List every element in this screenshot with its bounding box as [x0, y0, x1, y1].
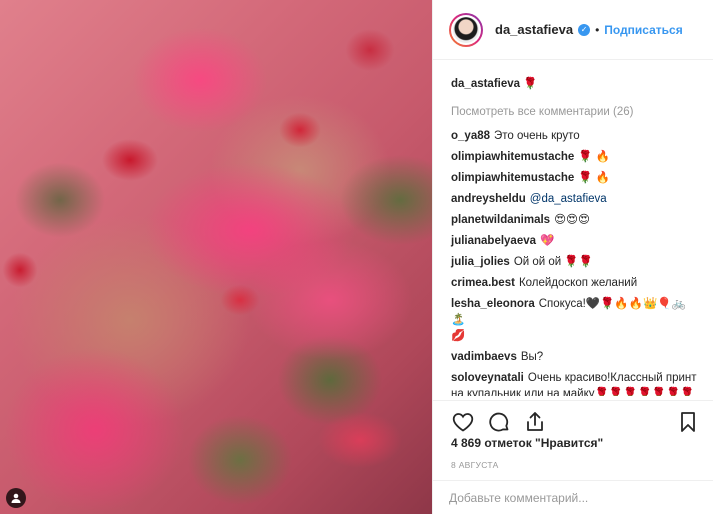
comment-continuation: 💋	[451, 328, 697, 344]
comment-username[interactable]: o_ya88	[451, 130, 490, 142]
avatar[interactable]	[449, 12, 483, 47]
caption-text: 🌹	[523, 78, 538, 90]
post-caption: da_astafieva 🌹	[451, 76, 697, 92]
separator-dot: •	[595, 22, 600, 37]
comment: olimpiawhitemustache 🌹 🔥	[451, 149, 697, 165]
bookmark-icon[interactable]	[676, 410, 700, 434]
comment-username[interactable]: olimpiawhitemustache	[451, 172, 574, 184]
comment: vadimbaevs Вы?	[451, 349, 697, 365]
comment-username[interactable]: vadimbaevs	[451, 351, 517, 363]
post-actions	[433, 400, 713, 436]
header-username[interactable]: da_astafieva	[495, 22, 573, 37]
comment-text: 🌹 🔥	[578, 172, 611, 184]
comment-text: Ой ой ой 🌹🌹	[513, 256, 594, 268]
view-all-comments-link[interactable]: Посмотреть все комментарии (26)	[451, 104, 697, 120]
post-photo[interactable]	[0, 0, 432, 514]
post-date: 8 АВГУСТА	[451, 460, 499, 470]
post-side-panel: da_astafieva ✓ • Подписаться da_astafiev…	[432, 0, 713, 514]
comment: julia_jolies Ой ой ой 🌹🌹	[451, 254, 697, 270]
comment-username[interactable]: planetwildanimals	[451, 214, 550, 226]
comment: olimpiawhitemustache 🌹 🔥	[451, 170, 697, 186]
comment: lesha_eleonora Спокуса!🖤🌹🔥🔥👑🎈🚲🏝️	[451, 296, 697, 328]
comment: julianabelyaeva 💖	[451, 233, 697, 249]
comment-icon[interactable]	[487, 410, 511, 434]
comment-username[interactable]: soloveynatali	[451, 372, 524, 384]
comment-username[interactable]: crimea.best	[451, 277, 515, 289]
likes-count[interactable]: 4 869 отметок "Нравится"	[451, 436, 603, 450]
comment-username[interactable]: julia_jolies	[451, 256, 510, 268]
comment-username[interactable]: lesha_eleonora	[451, 298, 535, 310]
comment-username[interactable]: julianabelyaeva	[451, 235, 536, 247]
comment: soloveynatali Очень красиво!Классный прин…	[451, 370, 697, 396]
add-comment-bar	[433, 480, 713, 514]
comment-username[interactable]: olimpiawhitemustache	[451, 151, 574, 163]
post-header: da_astafieva ✓ • Подписаться	[433, 0, 713, 60]
comment-username[interactable]: andreysheldu	[451, 193, 526, 205]
comment-text: 💋	[451, 330, 466, 342]
comment-text: Это очень круто	[494, 130, 580, 142]
comment-text: 🌹 🔥	[578, 151, 611, 163]
comment-text: 💖	[540, 235, 555, 247]
comment-text: 😍😍😍	[554, 214, 591, 226]
verified-icon: ✓	[578, 23, 591, 36]
heart-icon[interactable]	[451, 410, 475, 434]
comment: o_ya88 Это очень круто	[451, 128, 697, 144]
comment: crimea.best Колейдоскоп желаний	[451, 275, 697, 291]
comment: andreysheldu @da_astafieva	[451, 191, 697, 207]
follow-button[interactable]: Подписаться	[604, 23, 682, 37]
add-comment-input[interactable]	[449, 490, 698, 505]
comment-text: Вы?	[520, 351, 544, 363]
caption-username[interactable]: da_astafieva	[451, 78, 520, 90]
user-tag-icon[interactable]	[6, 488, 26, 508]
comment-mention[interactable]: @da_astafieva	[530, 193, 607, 205]
comment: planetwildanimals 😍😍😍	[451, 212, 697, 228]
comments-list: da_astafieva 🌹 Посмотреть все комментари…	[433, 60, 713, 396]
share-icon[interactable]	[523, 410, 547, 434]
comment-text: Колейдоскоп желаний	[518, 277, 638, 289]
